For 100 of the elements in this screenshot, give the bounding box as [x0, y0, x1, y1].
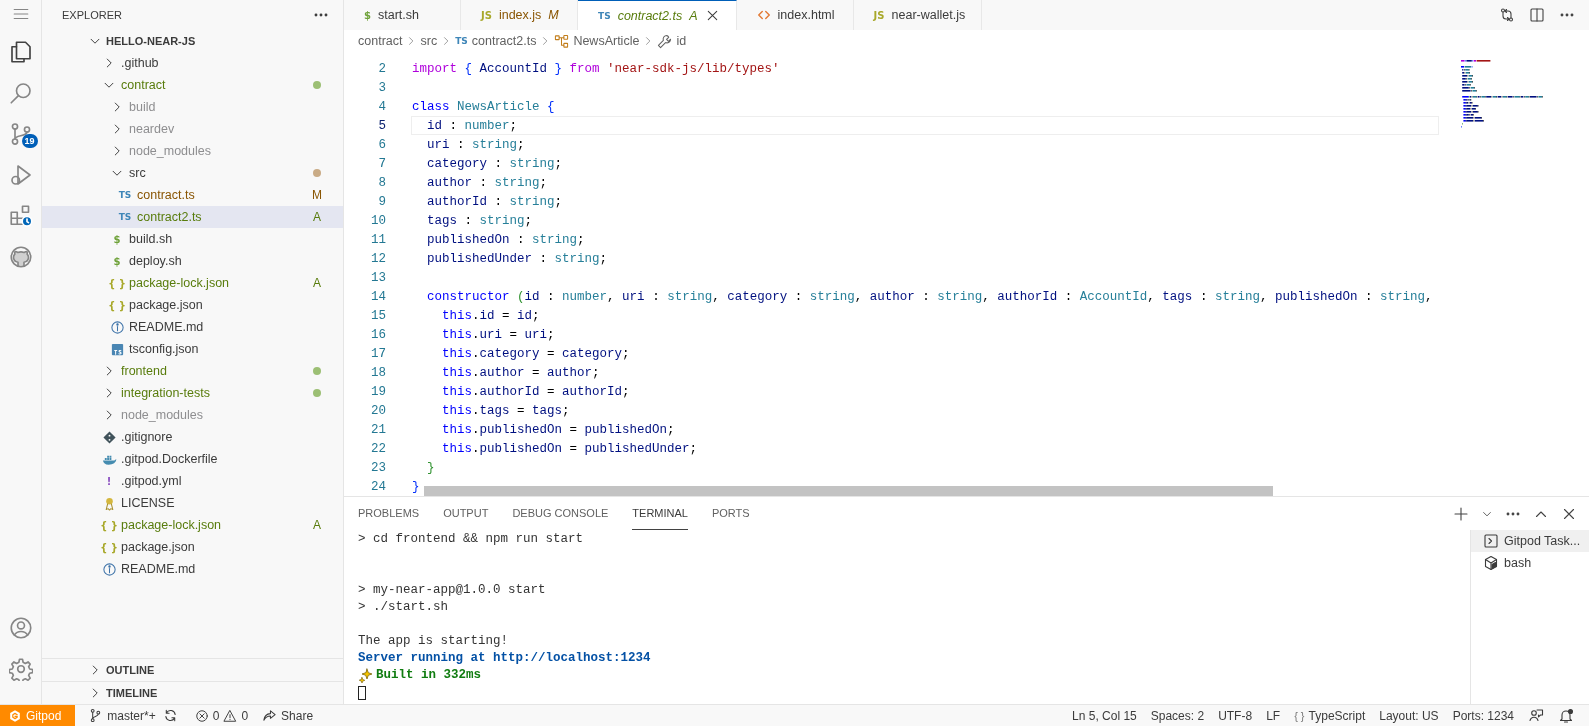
- terminal-line: > cd frontend && npm run start: [358, 531, 585, 548]
- line-number: 10: [370, 213, 386, 228]
- error-icon: [194, 708, 209, 723]
- git-status-letter: A: [689, 8, 698, 23]
- status-item[interactable]: Layout: US: [1372, 705, 1446, 726]
- file-item[interactable]: README.md: [42, 316, 343, 338]
- remote-icon: [8, 708, 22, 723]
- folder-item[interactable]: .github: [42, 52, 343, 74]
- status-item[interactable]: Spaces: 2: [1143, 705, 1212, 726]
- line-number: 8: [377, 175, 386, 190]
- status-item[interactable]: Ports: 1234: [1445, 705, 1521, 726]
- status-item[interactable]: UTF-8: [1211, 705, 1260, 726]
- class-icon: [554, 33, 570, 49]
- panel-tab[interactable]: DEBUG CONSOLE: [512, 497, 609, 530]
- breadcrumb-item[interactable]: src: [420, 34, 438, 48]
- file-item[interactable]: { } package-lock.json A: [42, 514, 343, 536]
- horizontal-scrollbar[interactable]: [424, 486, 1273, 496]
- breadcrumb-item[interactable]: contract: [358, 34, 403, 48]
- file-item[interactable]: TS contract2.ts A: [42, 206, 343, 228]
- file-item[interactable]: tsconfig.json: [42, 338, 343, 360]
- folder-item[interactable]: integration-tests: [42, 382, 343, 404]
- line-number: 17: [370, 346, 386, 361]
- terminal-line: > ./start.sh: [358, 599, 449, 616]
- sh-file-icon: $: [113, 233, 121, 245]
- git-status-letter: A: [312, 210, 322, 224]
- file-item[interactable]: $ deploy.sh: [42, 250, 343, 272]
- breadcrumb-item[interactable]: id: [676, 34, 687, 48]
- file-item[interactable]: ! .gitpod.yml: [42, 470, 343, 492]
- git-status-letter: A: [312, 276, 322, 290]
- code-line: class NewsArticle {: [411, 99, 556, 116]
- compare-changes-icon[interactable]: [1499, 7, 1515, 23]
- code-line: publishedOn : string;: [426, 232, 586, 249]
- search-icon[interactable]: [8, 81, 33, 105]
- line-number: 21: [370, 422, 386, 437]
- code-line: authorId : string;: [426, 194, 564, 211]
- code-line: this.uri = uri;: [441, 327, 556, 344]
- folder-item[interactable]: contract: [42, 74, 343, 96]
- folder-item[interactable]: frontend: [42, 360, 343, 382]
- line-number: 7: [377, 156, 386, 171]
- file-item[interactable]: TS contract.ts M: [42, 184, 343, 206]
- panel-tab[interactable]: OUTPUT: [443, 497, 489, 530]
- ts-file-icon: TS: [455, 36, 468, 46]
- line-number: 4: [377, 99, 386, 114]
- ts-file-icon: TS: [118, 190, 132, 200]
- problems-button[interactable]: 0 0: [187, 705, 256, 726]
- feedback-icon[interactable]: [1528, 707, 1544, 724]
- wrench-icon: [657, 33, 673, 49]
- git-status-letter: M: [311, 188, 323, 202]
- code-line: this.author = author;: [441, 365, 601, 382]
- files-icon[interactable]: [8, 40, 33, 64]
- code-line: this.authorId = authorId;: [441, 384, 631, 401]
- file-item[interactable]: LICENSE: [42, 492, 343, 514]
- panel-tab[interactable]: PROBLEMS: [358, 497, 420, 530]
- git-status-letter: A: [312, 518, 322, 532]
- status-item[interactable]: LF: [1259, 705, 1288, 726]
- extensions-icon[interactable]: [8, 204, 33, 228]
- code-line: category : string;: [426, 156, 564, 173]
- file-item[interactable]: { } package.json: [42, 294, 343, 316]
- account-icon[interactable]: [8, 616, 33, 640]
- status-item[interactable]: Ln 5, Col 15: [1065, 705, 1144, 726]
- octocat-icon[interactable]: [8, 245, 33, 269]
- sh-file-icon: $: [113, 255, 121, 267]
- plus-icon[interactable]: [1453, 505, 1469, 522]
- folder-item[interactable]: src: [42, 162, 343, 184]
- count-badge: 19: [21, 134, 38, 148]
- diamond-icon: [101, 429, 117, 445]
- line-number: 6: [377, 137, 386, 152]
- file-item[interactable]: README.md: [42, 558, 343, 580]
- warning-icon: [223, 708, 238, 723]
- sh-file-icon: $: [364, 9, 371, 21]
- file-item[interactable]: .gitignore: [42, 426, 343, 448]
- sync-icon[interactable]: [162, 708, 178, 723]
- terminal-line: Built in 332ms: [376, 667, 482, 684]
- file-item[interactable]: .gitpod.Dockerfile: [42, 448, 343, 470]
- file-item[interactable]: $ build.sh: [42, 228, 343, 250]
- json-file-icon: { }: [100, 519, 118, 531]
- section-header[interactable]: OUTLINE: [42, 658, 343, 681]
- breadcrumb-item[interactable]: NewsArticle: [573, 34, 640, 48]
- settings-icon[interactable]: [8, 657, 33, 681]
- panel-tab[interactable]: PORTS: [711, 497, 750, 530]
- breadcrumb-item[interactable]: contract2.ts: [471, 34, 537, 48]
- bell-icon[interactable]: [1558, 707, 1574, 724]
- terminal-session[interactable]: Gitpod Task...: [1471, 530, 1589, 552]
- run-debug-icon[interactable]: [8, 163, 33, 187]
- share-button[interactable]: Share: [255, 705, 321, 726]
- split-editor-icon[interactable]: [1529, 7, 1545, 23]
- workspace-header[interactable]: HELLO-NEAR-JS: [42, 30, 343, 52]
- code-line: author : string;: [426, 175, 549, 192]
- editor-tab[interactable]: TS contract2.ts A: [578, 0, 737, 30]
- line-number: 5: [377, 118, 386, 133]
- line-number: 14: [370, 289, 386, 304]
- panel-tab[interactable]: TERMINAL: [632, 497, 688, 530]
- file-item[interactable]: { } package-lock.json A: [42, 272, 343, 294]
- branch-button[interactable]: master*+: [81, 705, 163, 726]
- language-button[interactable]: { } TypeScript: [1287, 705, 1373, 726]
- terminal-session[interactable]: bash: [1471, 552, 1589, 574]
- ts-file-icon: TS: [118, 212, 132, 222]
- code-line: }: [411, 479, 421, 496]
- file-item[interactable]: { } package.json: [42, 536, 343, 558]
- config-file-icon: [109, 341, 125, 357]
